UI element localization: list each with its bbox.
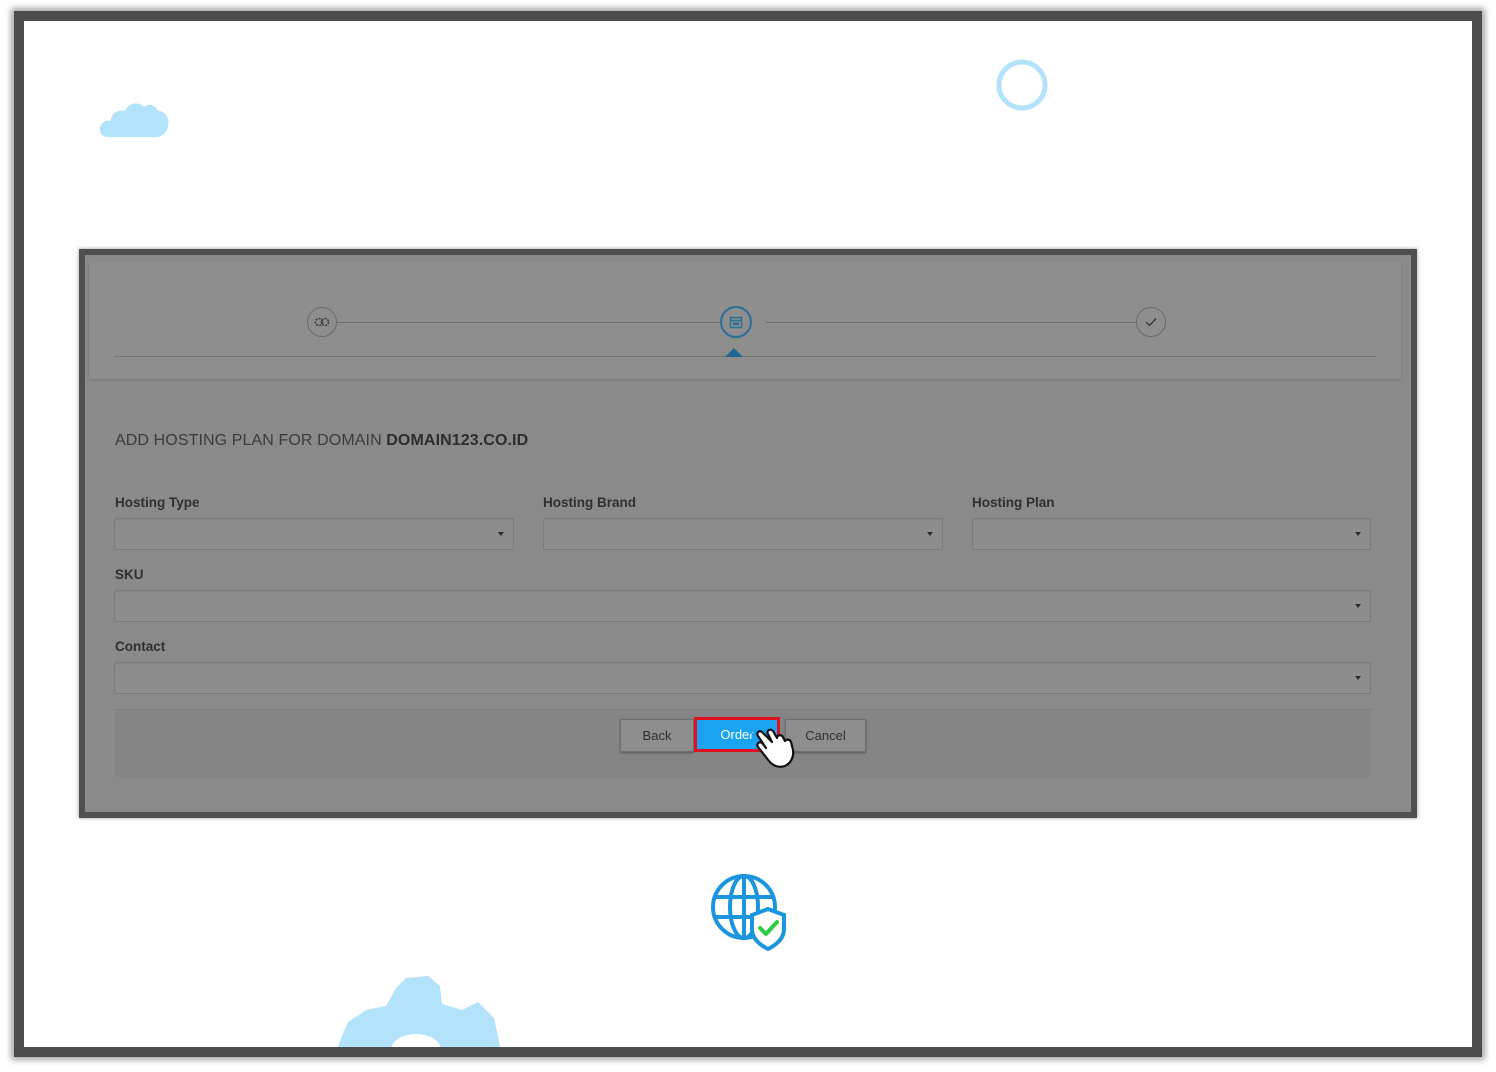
cloud-icon [99,103,169,137]
secure-globe-icon [711,874,786,951]
step-complete[interactable] [1136,307,1166,337]
hosting-form-panel: ADD HOSTING PLAN FOR DOMAIN DOMAIN123.CO… [89,402,1401,797]
hosting-brand-label: Hosting Brand [543,495,636,510]
back-button[interactable]: Back [620,719,694,752]
app-screenshot-frame: ADD HOSTING PLAN FOR DOMAIN DOMAIN123.CO… [79,249,1417,818]
wizard-divider [114,356,1376,357]
hosting-brand-select[interactable] [543,518,943,550]
hosting-plan-label: Hosting Plan [972,495,1055,510]
circle-ring-icon [996,59,1048,111]
calendar-icon [729,316,743,329]
cancel-button[interactable]: Cancel [785,719,866,752]
active-step-pointer [725,348,743,357]
gear-cluster-icon [314,317,330,327]
slide: ADD HOSTING PLAN FOR DOMAIN DOMAIN123.CO… [14,11,1482,1057]
step-configure[interactable] [307,307,337,337]
dropdown-caret-icon [498,532,504,536]
contact-label: Contact [115,639,166,654]
dropdown-caret-icon [1355,676,1361,680]
step-connector [337,322,729,323]
pointing-hand-cursor-icon [747,723,795,768]
checkmark-icon [1145,318,1157,327]
page-title: ADD HOSTING PLAN FOR DOMAIN DOMAIN123.CO… [115,432,528,450]
gear-icon [337,976,500,1047]
title-prefix: ADD HOSTING PLAN FOR DOMAIN [115,432,382,449]
sku-select[interactable] [114,590,1371,622]
wizard-steps [89,261,1401,379]
hosting-plan-select[interactable] [972,518,1371,550]
step-connector [766,322,1146,323]
domain-name: DOMAIN123.CO.ID [386,432,529,449]
dropdown-caret-icon [1355,604,1361,608]
sku-label: SKU [115,567,144,582]
contact-select[interactable] [114,662,1371,694]
dropdown-caret-icon [927,532,933,536]
dropdown-caret-icon [1355,532,1361,536]
hosting-type-select[interactable] [114,518,514,550]
hosting-type-label: Hosting Type [115,495,200,510]
step-hosting-plan[interactable] [720,306,752,338]
